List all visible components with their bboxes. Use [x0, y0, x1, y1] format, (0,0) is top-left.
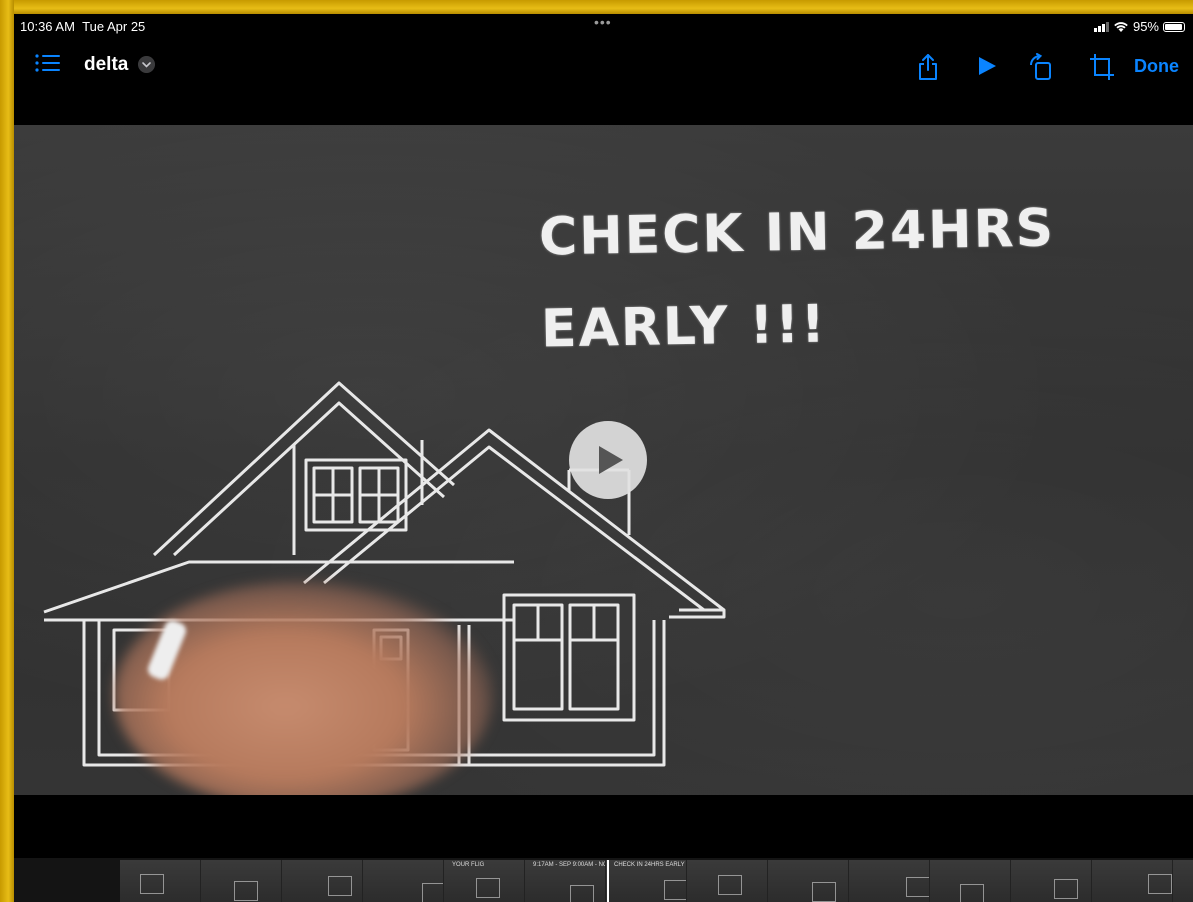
status-indicators: 95% [1093, 19, 1185, 34]
document-title[interactable]: delta [84, 54, 128, 76]
thumbnail-label: CHECK IN 24HRS EARLY !!! [614, 862, 687, 868]
thumbnail-sketch [1054, 879, 1078, 899]
play-icon[interactable] [976, 55, 998, 77]
thumbnail-sketch [328, 876, 352, 896]
ipad-screen: 10:36 AM Tue Apr 25 ••• 95% delta Done C… [14, 14, 1193, 902]
chalk-text-line-1: CHECK IN 24HRS [538, 198, 1056, 268]
share-icon[interactable] [916, 53, 940, 81]
thumbnail-sketch [906, 877, 929, 897]
done-button[interactable]: Done [1134, 56, 1179, 77]
thumbnail-label: 9:17AM - SEP 9:00AM - NOV 10:10AM [533, 862, 605, 868]
filmstrip-thumbnail[interactable] [120, 860, 201, 902]
battery-icon [1163, 21, 1185, 32]
play-icon [599, 446, 623, 474]
crop-icon[interactable] [1089, 53, 1115, 81]
filmstrip-thumbnail[interactable] [687, 860, 768, 902]
drawing-hand [114, 580, 494, 795]
slide-list-icon[interactable] [34, 52, 62, 74]
filmstrip-thumbnail[interactable]: 9:17AM - SEP 9:00AM - NOV 10:10AM [525, 860, 606, 902]
filmstrip-playhead[interactable] [607, 860, 609, 902]
thumbnail-sketch [422, 883, 443, 902]
thumbnail-sketch [718, 875, 742, 895]
battery-percent: 95% [1132, 19, 1159, 34]
cellular-signal-icon [1093, 21, 1109, 32]
video-play-button[interactable] [569, 421, 647, 499]
rotate-icon[interactable] [1028, 53, 1054, 81]
video-player[interactable]: CHECK IN 24HRS EARLY !!! [14, 125, 1193, 795]
thumbnail-sketch [664, 880, 686, 900]
status-bar: 10:36 AM Tue Apr 25 ••• 95% [14, 14, 1193, 40]
filmstrip-thumbnail[interactable] [768, 860, 849, 902]
navigation-bar: delta Done [14, 40, 1193, 92]
filmstrip-thumbnail[interactable]: YOUR FLIG [444, 860, 525, 902]
chevron-down-icon[interactable] [138, 56, 155, 73]
filmstrip-thumbnail[interactable] [930, 860, 1011, 902]
device-frame-top [0, 0, 1193, 14]
filmstrip-thumbnail[interactable] [849, 860, 930, 902]
status-time: 10:36 AM Tue Apr 25 [20, 19, 146, 34]
thumbnail-sketch [140, 874, 164, 894]
thumbnail-sketch [960, 884, 984, 902]
multitasking-dots[interactable]: ••• [594, 14, 612, 30]
device-frame-left [0, 0, 14, 902]
thumbnail-sketch [570, 885, 594, 902]
filmstrip-thumbnail[interactable] [1173, 860, 1193, 902]
filmstrip-thumbnail[interactable] [1092, 860, 1173, 902]
thumbnail-sketch [476, 878, 500, 898]
filmstrip-thumbnail[interactable] [363, 860, 444, 902]
thumbnail-sketch [1148, 874, 1172, 894]
thumbnail-label: YOUR FLIG [452, 862, 485, 868]
thumbnail-sketch [812, 882, 836, 902]
filmstrip-thumbnail[interactable] [1011, 860, 1092, 902]
filmstrip-thumbnail[interactable] [201, 860, 282, 902]
filmstrip-thumbnail[interactable]: CHECK IN 24HRS EARLY !!! [606, 860, 687, 902]
chalk-text-line-2: EARLY !!! [540, 294, 828, 360]
wifi-icon [1114, 21, 1128, 32]
filmstrip-thumbnail[interactable] [282, 860, 363, 902]
video-filmstrip[interactable]: YOUR FLIG 9:17AM - SEP 9:00AM - NOV 10:10… [14, 858, 1193, 902]
thumbnail-sketch [234, 881, 258, 901]
